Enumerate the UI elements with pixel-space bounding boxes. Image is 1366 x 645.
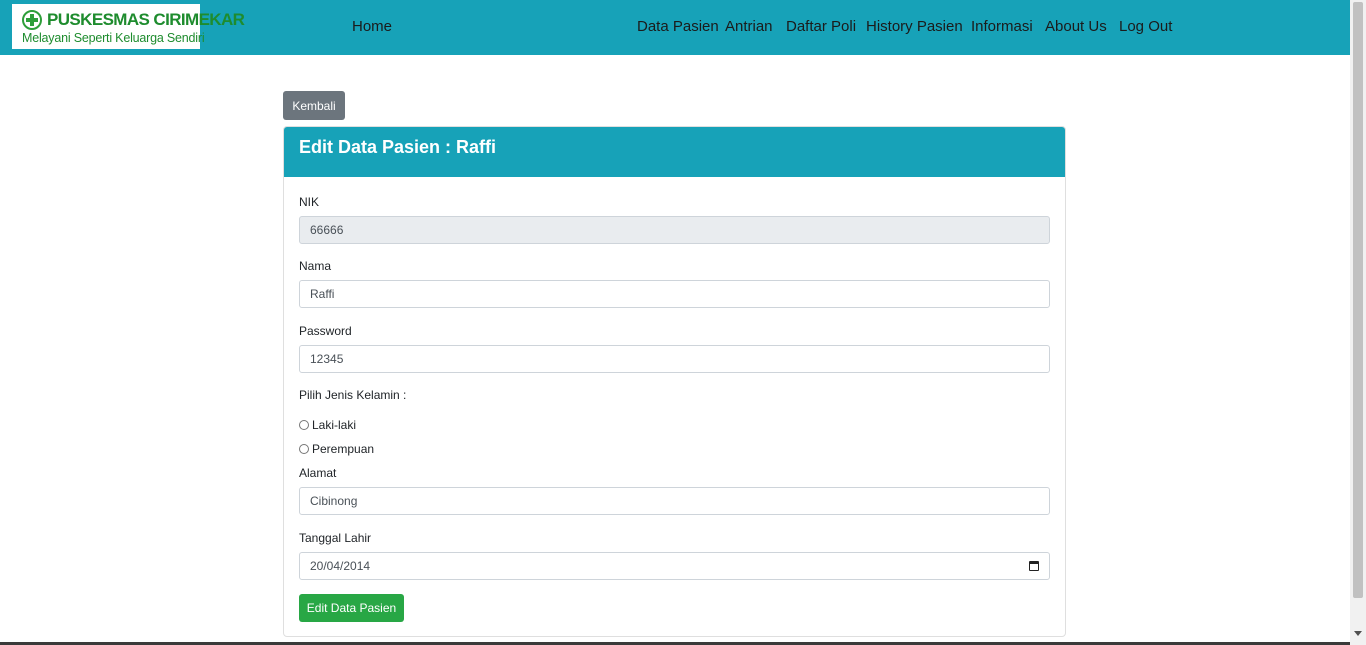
nav-about-us[interactable]: About Us: [1045, 18, 1107, 35]
password-label: Password: [299, 324, 352, 338]
radio-button-icon[interactable]: [299, 420, 309, 430]
nav-log-out[interactable]: Log Out: [1119, 18, 1172, 35]
nama-label: Nama: [299, 259, 332, 273]
edit-data-pasien-button[interactable]: Edit Data Pasien: [299, 594, 404, 622]
navbar: PUSKESMAS CIRIMEKAR Melayani Seperti Kel…: [0, 0, 1350, 55]
nav-data-pasien[interactable]: Data Pasien: [637, 18, 719, 35]
tanggal-lahir-label: Tanggal Lahir: [299, 531, 372, 545]
nav-daftar-poli[interactable]: Daftar Poli: [786, 18, 856, 35]
nav-history-pasien[interactable]: History Pasien: [866, 18, 963, 35]
scroll-down-arrow-icon[interactable]: [1354, 631, 1362, 636]
back-button[interactable]: Kembali: [283, 91, 345, 120]
nav-antrian[interactable]: Antrian: [725, 18, 773, 35]
radio-perempuan[interactable]: Perempuan: [299, 442, 374, 456]
radio-laki-laki-label: Laki-laki: [312, 418, 357, 432]
edit-patient-card: Edit Data Pasien : Raffi NIK 66666 Nama …: [283, 126, 1066, 637]
tanggal-lahir-field[interactable]: 20/04/2014: [299, 552, 1050, 580]
alamat-label: Alamat: [299, 466, 337, 480]
nav-informasi[interactable]: Informasi: [971, 18, 1033, 35]
gender-label: Pilih Jenis Kelamin :: [299, 388, 407, 402]
alamat-field[interactable]: Cibinong: [299, 487, 1050, 515]
page-title: Edit Data Pasien : Raffi: [299, 137, 497, 157]
calendar-icon[interactable]: [1029, 561, 1039, 571]
nik-label: NIK: [299, 195, 320, 209]
scrollbar[interactable]: [1350, 0, 1366, 645]
radio-perempuan-label: Perempuan: [312, 442, 375, 456]
logo[interactable]: PUSKESMAS CIRIMEKAR Melayani Seperti Kel…: [12, 4, 245, 49]
nik-field: 66666: [299, 216, 1050, 244]
radio-laki-laki[interactable]: Laki-laki: [299, 418, 356, 432]
password-field[interactable]: 12345: [299, 345, 1050, 373]
logo-tagline: Melayani Seperti Keluarga Sendiri: [22, 31, 205, 45]
card-header: Edit Data Pasien : Raffi: [284, 127, 1065, 177]
nama-field[interactable]: Raffi: [299, 280, 1050, 308]
scrollbar-thumb[interactable]: [1353, 2, 1363, 598]
plus-cross-icon: [22, 10, 42, 30]
tanggal-lahir-value: 20/04/2014: [310, 559, 371, 573]
nav-home[interactable]: Home: [352, 18, 392, 35]
radio-button-icon[interactable]: [299, 444, 309, 454]
logo-title: PUSKESMAS CIRIMEKAR: [47, 10, 245, 29]
